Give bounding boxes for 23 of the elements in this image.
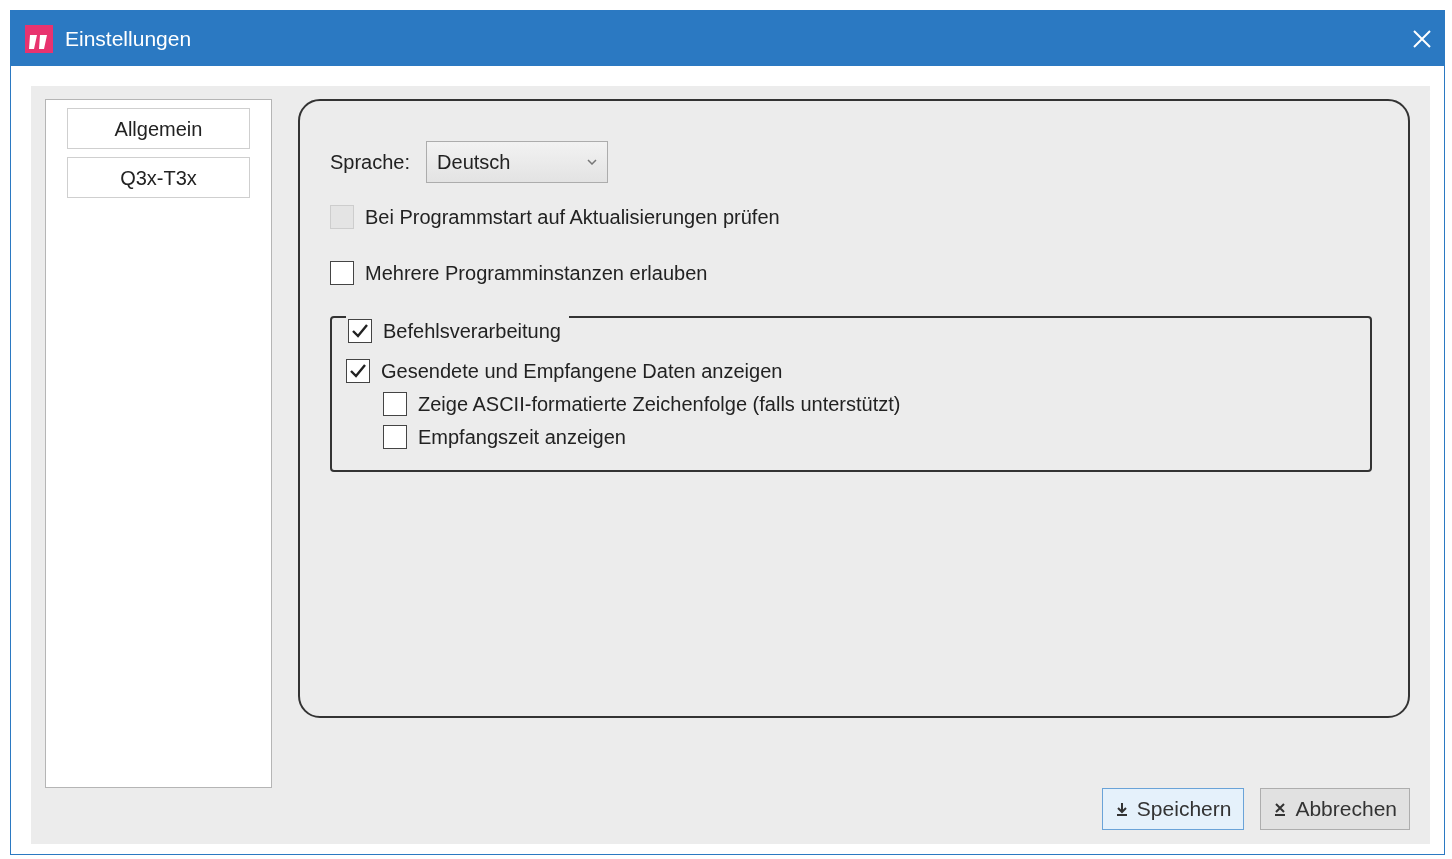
chevron-down-icon <box>587 159 598 165</box>
checkbox-label: Bei Programmstart auf Aktualisierungen prüfen <box>365 205 780 230</box>
checkbox[interactable] <box>383 425 407 449</box>
checkbox-label: Befehlsverarbeitung <box>383 319 561 344</box>
checkbox[interactable] <box>348 319 372 343</box>
checkbox-label: Zeige ASCII-formatierte Zeichenfolge (falls unterstützt) <box>418 392 901 417</box>
cancel-icon <box>1273 802 1288 816</box>
checkbox[interactable] <box>330 261 354 285</box>
app-logo-icon <box>25 24 53 53</box>
cancel-button[interactable]: Abbrechen <box>1260 788 1410 830</box>
window-title: Einstellungen <box>65 25 192 52</box>
download-icon <box>1114 802 1129 816</box>
checkbox-label: Empfangszeit anzeigen <box>418 425 626 450</box>
save-button[interactable]: Speichern <box>1101 788 1245 830</box>
checkbox-label: Gesendete und Empfangene Daten anzeigen <box>381 359 783 384</box>
sidebar-tab[interactable]: Allgemein <box>67 108 250 149</box>
field-label: Sprache: <box>330 150 411 175</box>
sidebar-tab[interactable]: Q3x-T3x <box>67 157 250 198</box>
checkbox[interactable] <box>346 359 370 383</box>
checkbox[interactable] <box>383 392 407 416</box>
language-dropdown[interactable]: Deutsch <box>426 141 609 183</box>
close-icon[interactable] <box>1412 28 1432 49</box>
checkbox-label: Mehrere Programminstanzen erlauben <box>365 261 708 286</box>
